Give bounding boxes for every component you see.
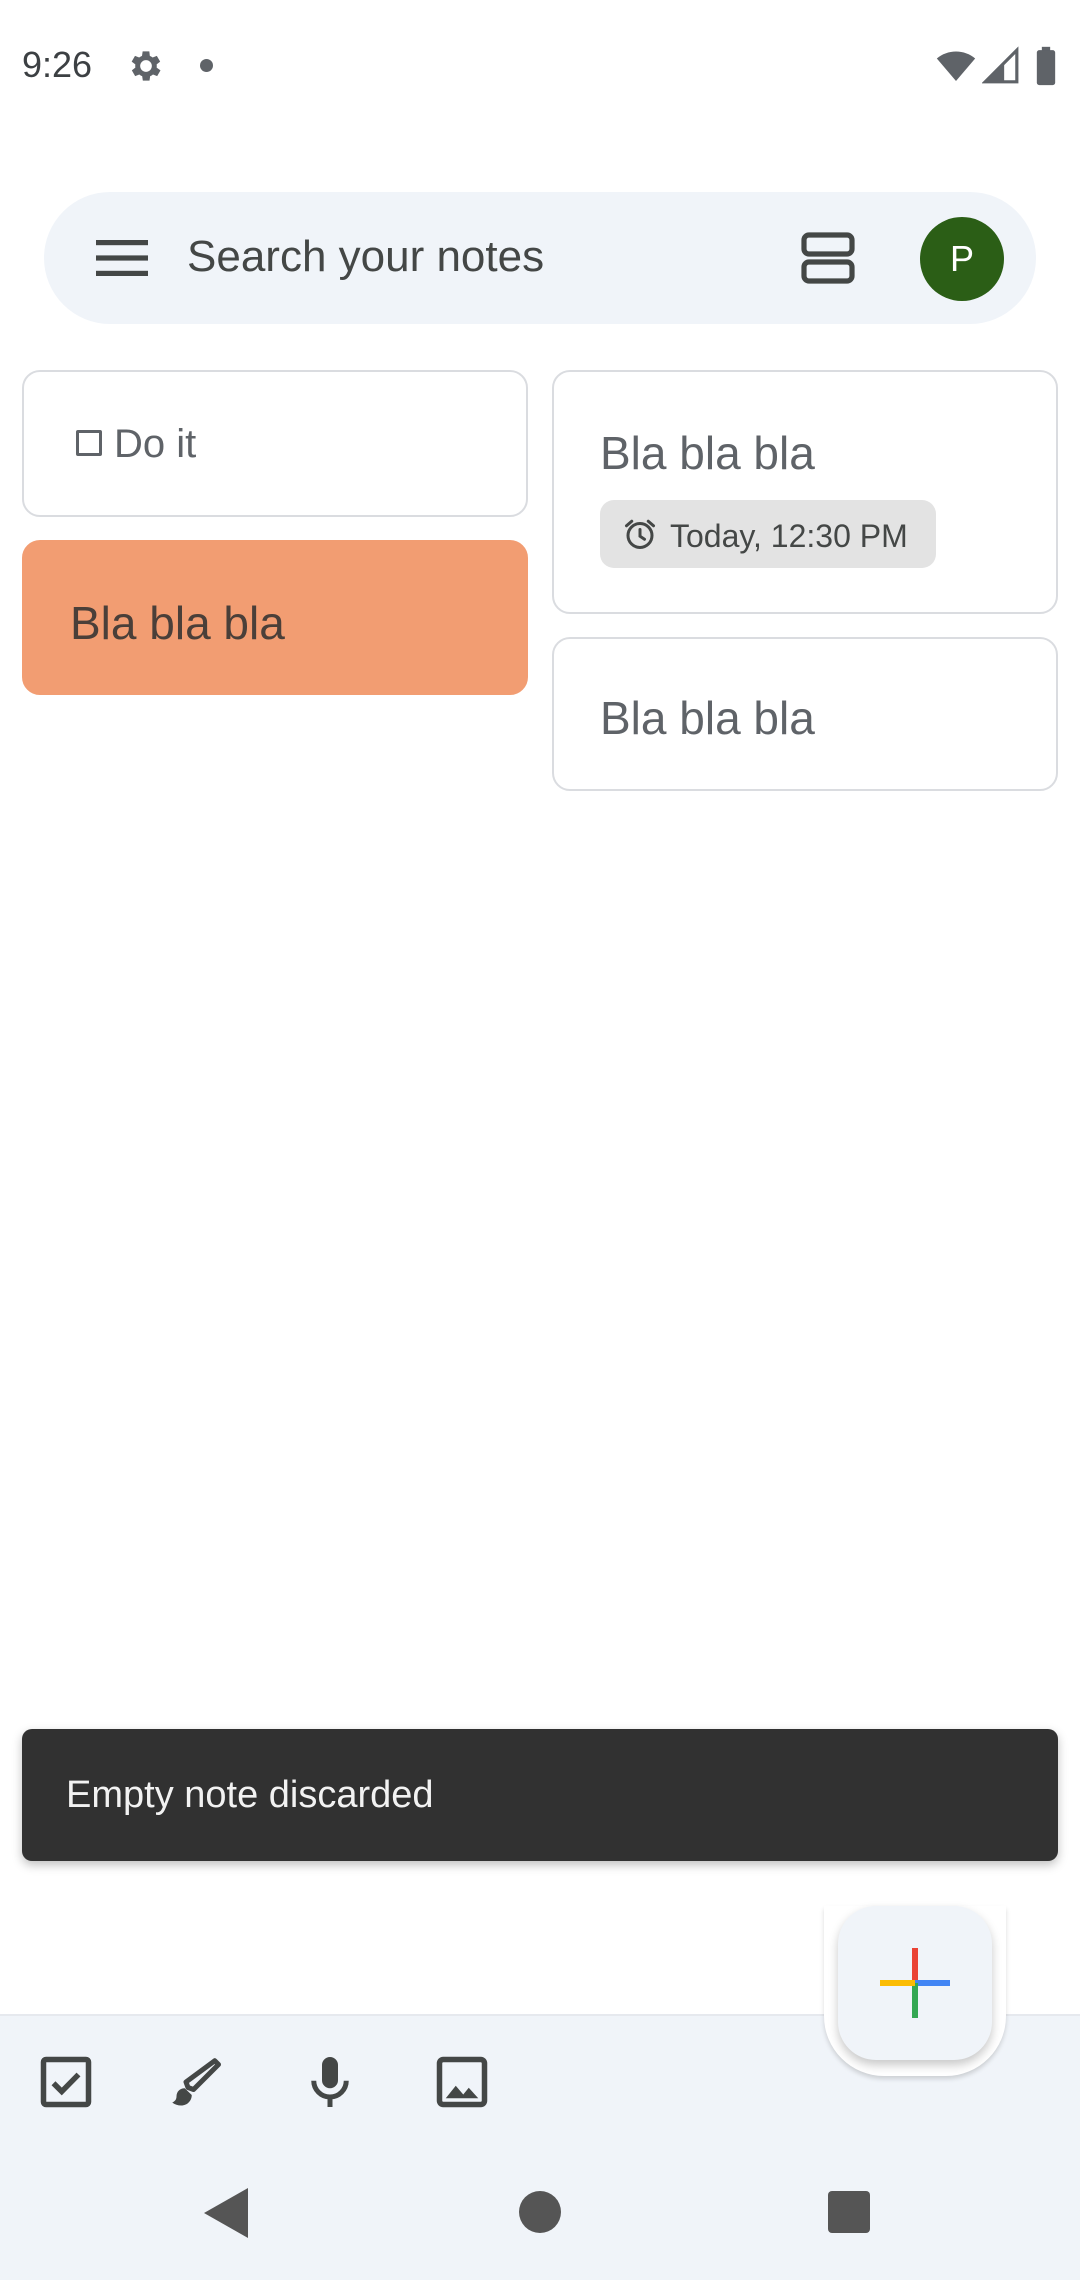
image-icon[interactable] [432,2052,492,2112]
search-bar[interactable]: Search your notes P [44,192,1036,324]
signal-icon [982,46,1019,84]
wifi-icon [936,51,976,81]
snackbar-message: Empty note discarded [66,1774,434,1816]
reminder-time: Today, 12:30 PM [670,518,908,554]
status-time: 9:26 [22,44,93,85]
search-input[interactable]: Search your notes [187,232,544,282]
battery-icon [1036,46,1056,86]
grid-view-toggle-icon[interactable] [800,230,856,286]
nav-home-button[interactable] [519,2191,561,2233]
note-card[interactable]: Bla bla bla [552,637,1058,791]
alarm-icon [625,519,655,549]
nav-recents-button[interactable] [828,2191,870,2233]
notification-dot-icon [200,59,213,72]
gear-icon [131,51,161,81]
reminder-chip[interactable]: Today, 12:30 PM [600,500,936,568]
microphone-icon[interactable] [300,2052,360,2112]
new-note-fab[interactable] [838,1906,992,2060]
menu-icon[interactable] [96,236,148,280]
note-title: Bla bla bla [70,597,285,649]
checkbox-icon[interactable] [76,430,102,456]
note-title: Bla bla bla [600,427,815,479]
plus-icon [880,1948,950,2018]
note-card-reminder[interactable]: Bla bla bla Today, 12:30 PM [552,370,1058,614]
avatar[interactable]: P [920,217,1004,301]
checklist-item-text: Do it [114,422,197,466]
new-list-icon[interactable] [36,2052,96,2112]
note-card-checklist[interactable]: Do it [22,370,528,517]
status-bar: 9:26 [0,0,1080,134]
drawing-icon[interactable] [166,2052,226,2112]
note-card-orange[interactable]: Bla bla bla [22,540,528,695]
note-title: Bla bla bla [600,692,815,744]
nav-back-button[interactable] [204,2188,248,2238]
snackbar: Empty note discarded [22,1729,1058,1861]
